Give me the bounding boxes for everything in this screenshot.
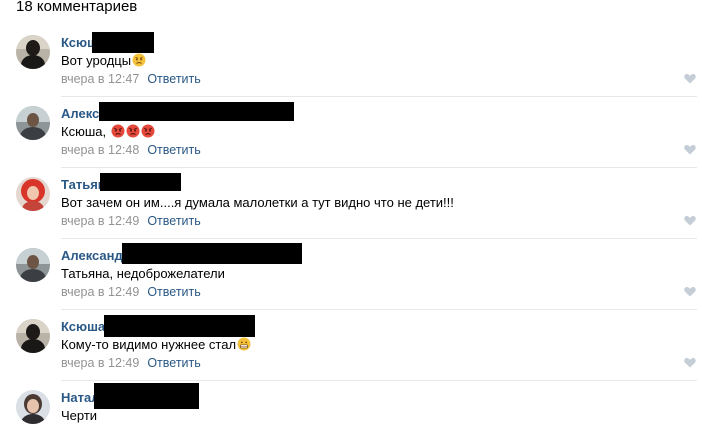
comment-text-content: Ксюша, [61,124,110,139]
redaction-bar [92,32,154,53]
redaction-bar [104,315,255,337]
comment-divider [61,238,697,239]
comment-meta: вчера в 12:49 Ответить [61,284,201,300]
heart-icon[interactable] [684,73,696,84]
comment-text: Вот уродцы [61,53,146,69]
reply-link[interactable]: Ответить [147,214,200,228]
reply-link[interactable]: Ответить [147,285,200,299]
heart-icon[interactable] [684,357,696,368]
reply-link[interactable]: Ответить [147,143,200,157]
rage-emoji-icon [141,124,155,138]
comments-page: 18 комментариев Ксюш Вот уродцы вчера в … [0,0,702,428]
comment-meta: вчера в 12:47 Ответить [61,71,201,87]
comment-meta: вчера в 12:48 Ответить [61,142,201,158]
comment-text-content: Татьяна, недоброжелатели [61,266,225,281]
comment-divider [61,167,697,168]
heart-icon[interactable] [684,144,696,155]
heart-icon[interactable] [684,215,696,226]
avatar[interactable] [16,106,50,140]
avatar[interactable] [16,35,50,69]
heart-icon[interactable] [684,286,696,297]
comment-date[interactable]: вчера в 12:49 [61,214,139,228]
redaction-bar [99,102,294,121]
comment-text: Кому-то видимо нужнее стал [61,337,251,353]
rage-emoji-icon [111,124,125,138]
comment-text: Черти [61,408,97,424]
comment-date[interactable]: вчера в 12:49 [61,356,139,370]
comment-author[interactable]: Александр [61,248,131,264]
comment-text: Вот зачем он им....я думала малолетки а … [61,195,454,211]
comment-divider [61,380,697,381]
avatar[interactable] [16,319,50,353]
comments-count-header: 18 комментариев [16,0,138,15]
user-avatar-icon [16,319,50,353]
comment-text-content: Кому-то видимо нужнее стал [61,337,237,352]
avatar[interactable] [16,248,50,282]
redaction-bar [122,243,302,264]
user-avatar-icon [16,106,50,140]
user-avatar-icon [16,35,50,69]
reply-link[interactable]: Ответить [147,356,200,370]
redaction-bar [100,173,181,191]
user-avatar-icon [16,390,50,424]
comment-author[interactable]: Ксюша [61,319,105,335]
angry-emoji-icon [132,53,146,67]
comment-text-content: Черти [61,408,98,423]
comment-meta: вчера в 12:49 Ответить [61,355,201,371]
user-avatar-icon [16,248,50,282]
comment-text-content: Вот уродцы [61,53,132,68]
reply-link[interactable]: Ответить [147,72,200,86]
comment-text: Ксюша, [61,124,155,140]
user-avatar-icon [16,177,50,211]
comment-date[interactable]: вчера в 12:49 [61,285,139,299]
comment-author[interactable]: Татьян [61,177,106,193]
comment-meta: вчера в 12:49 Ответить [61,213,201,229]
redaction-bar [94,383,199,409]
avatar[interactable] [16,177,50,211]
grin-emoji-icon [237,337,251,351]
comment-text: Татьяна, недоброжелатели [61,266,225,282]
comment-divider [61,309,697,310]
comment-date[interactable]: вчера в 12:48 [61,143,139,157]
comment-divider [61,96,697,97]
rage-emoji-icon [126,124,140,138]
comment-date[interactable]: вчера в 12:47 [61,72,139,86]
avatar[interactable] [16,390,50,424]
comment-text-content: Вот зачем он им....я думала малолетки а … [61,195,454,210]
